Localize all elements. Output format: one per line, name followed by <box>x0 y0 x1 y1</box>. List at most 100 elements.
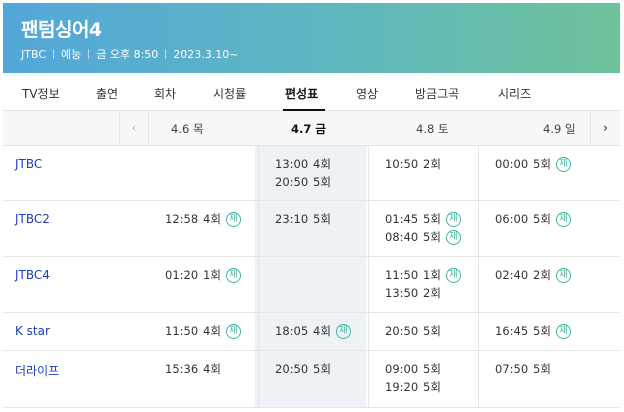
episode-number: 5회 <box>313 212 331 226</box>
broadcast-entry[interactable]: 19:20 5회 <box>385 378 441 396</box>
next-dates-button[interactable]: › <box>590 111 620 145</box>
rerun-badge-icon: 재 <box>445 267 461 283</box>
schedule-cell: 16:45 5회 재 <box>495 322 571 340</box>
schedule-cell: 06:00 5회 재 <box>495 210 571 228</box>
air-time: 08:40 <box>385 230 419 244</box>
episode-number: 4회 <box>313 157 331 171</box>
channel-name[interactable]: JTBC4 <box>15 268 50 282</box>
channel-name[interactable]: 더라이프 <box>15 362 59 379</box>
schedule-cell: 10:50 2회 <box>385 155 441 173</box>
schedule-cell: 15:36 4회 <box>165 360 221 378</box>
broadcast-entry[interactable]: 23:10 5회 <box>275 210 331 228</box>
broadcast-entry[interactable]: 00:00 5회 재 <box>495 155 571 173</box>
air-time: 02:40 <box>495 268 529 282</box>
episode-number: 2회 <box>423 157 441 171</box>
tab-ratings[interactable]: 시청률 <box>213 85 246 102</box>
schedule-cell: 01:45 5회 재 08:40 5회 재 <box>385 210 461 246</box>
broadcast-entry[interactable]: 08:40 5회 재 <box>385 228 461 246</box>
schedule-cell: 20:50 5회 <box>275 360 331 378</box>
rerun-badge-icon: 재 <box>555 156 571 172</box>
meta-divider <box>165 49 167 59</box>
schedule-cell: 07:50 5회 <box>495 360 551 378</box>
prev-dates-button[interactable]: ‹ <box>119 111 149 145</box>
episode-number: 4회 <box>203 212 221 226</box>
program-tabs: TV정보 출연 회차 시청률 편성표 영상 방금그곡 시리즈 <box>3 73 620 111</box>
broadcast-entry[interactable]: 12:58 4회 재 <box>165 210 241 228</box>
air-time: 23:10 <box>275 212 309 226</box>
tab-just-that-song[interactable]: 방금그곡 <box>415 85 459 102</box>
broadcast-entry[interactable]: 13:00 4회 <box>275 155 331 173</box>
episode-number: 1회 <box>203 268 221 282</box>
air-time: 16:45 <box>495 324 529 338</box>
broadcast-entry[interactable]: 11:50 4회 재 <box>165 322 241 340</box>
broadcast-entry[interactable]: 02:40 2회 재 <box>495 266 571 284</box>
air-time: 00:00 <box>495 157 529 171</box>
air-time: 20:50 <box>275 175 309 189</box>
episode-number: 4회 <box>313 324 331 338</box>
schedule-cell: 23:10 5회 <box>275 210 331 228</box>
episode-number: 4회 <box>203 362 221 376</box>
schedule-cell: 12:58 4회 재 <box>165 210 241 228</box>
episode-number: 4회 <box>203 324 221 338</box>
air-time: 10:50 <box>385 157 419 171</box>
schedule-cell: 13:00 4회 20:50 5회 <box>275 155 331 191</box>
tab-schedule[interactable]: 편성표 <box>285 85 318 102</box>
tab-video[interactable]: 영상 <box>356 85 378 102</box>
broadcast-entry[interactable]: 01:20 1회 재 <box>165 266 241 284</box>
program-meta: JTBC 예능 금 오후 8:50 2023.3.10~ <box>21 46 239 62</box>
air-time: 07:50 <box>495 362 529 376</box>
episode-number: 5회 <box>423 380 441 394</box>
episode-number: 5회 <box>533 157 551 171</box>
broadcast-entry[interactable]: 10:50 2회 <box>385 155 441 173</box>
broadcast-entry[interactable]: 18:05 4회 재 <box>275 322 351 340</box>
episode-number: 5회 <box>533 324 551 338</box>
air-time: 11:50 <box>385 268 419 282</box>
tab-episodes[interactable]: 회차 <box>154 85 176 102</box>
air-time: 01:20 <box>165 268 199 282</box>
air-time: 12:58 <box>165 212 199 226</box>
channel-name[interactable]: JTBC <box>15 157 42 171</box>
air-time: 18:05 <box>275 324 309 338</box>
broadcast-entry[interactable]: 09:00 5회 <box>385 360 441 378</box>
schedule-cell: 11:50 1회 재 13:50 2회 <box>385 266 461 302</box>
broadcast-entry[interactable]: 16:45 5회 재 <box>495 322 571 340</box>
broadcast-entry[interactable]: 06:00 5회 재 <box>495 210 571 228</box>
air-time: 09:00 <box>385 362 419 376</box>
schedule-cell: 00:00 5회 재 <box>495 155 571 173</box>
tab-cast[interactable]: 출연 <box>96 85 118 102</box>
rerun-badge-icon: 재 <box>445 211 461 227</box>
chevron-left-icon: ‹ <box>131 120 137 136</box>
meta-channel: JTBC <box>21 47 46 61</box>
broadcast-entry[interactable]: 13:50 2회 <box>385 284 461 302</box>
rerun-badge-icon: 재 <box>555 211 571 227</box>
broadcast-entry[interactable]: 20:50 5회 <box>385 322 441 340</box>
channel-name[interactable]: JTBC2 <box>15 212 50 226</box>
episode-number: 5회 <box>423 212 441 226</box>
broadcast-entry[interactable]: 15:36 4회 <box>165 360 221 378</box>
episode-number: 2회 <box>423 286 441 300</box>
program-title[interactable]: 팬텀싱어4 <box>21 15 102 42</box>
date-header-2: 4.8 토 <box>416 122 449 136</box>
schedule-cell: 01:20 1회 재 <box>165 266 241 284</box>
date-header-bar: ‹ 4.6 목 4.7 금 4.8 토 4.9 일 › <box>3 111 620 146</box>
meta-airtime: 금 오후 8:50 <box>96 48 159 61</box>
episode-number: 1회 <box>423 268 441 282</box>
date-header-3: 4.9 일 <box>543 122 576 136</box>
broadcast-entry[interactable]: 01:45 5회 재 <box>385 210 461 228</box>
broadcast-entry[interactable]: 11:50 1회 재 <box>385 266 461 284</box>
episode-number: 5회 <box>313 175 331 189</box>
broadcast-entry[interactable]: 20:50 5회 <box>275 360 331 378</box>
date-header-today: 4.7 금 <box>291 122 326 136</box>
rerun-badge-icon: 재 <box>225 211 241 227</box>
schedule-cell: 18:05 4회 재 <box>275 322 351 340</box>
air-time: 19:20 <box>385 380 419 394</box>
air-time: 20:50 <box>385 324 419 338</box>
broadcast-entry[interactable]: 20:50 5회 <box>275 173 331 191</box>
tab-tv-info[interactable]: TV정보 <box>22 85 60 102</box>
tab-series[interactable]: 시리즈 <box>498 85 531 102</box>
air-time: 15:36 <box>165 362 199 376</box>
episode-number: 5회 <box>423 324 441 338</box>
broadcast-entry[interactable]: 07:50 5회 <box>495 360 551 378</box>
channel-name[interactable]: K star <box>15 324 50 338</box>
episode-number: 2회 <box>533 268 551 282</box>
